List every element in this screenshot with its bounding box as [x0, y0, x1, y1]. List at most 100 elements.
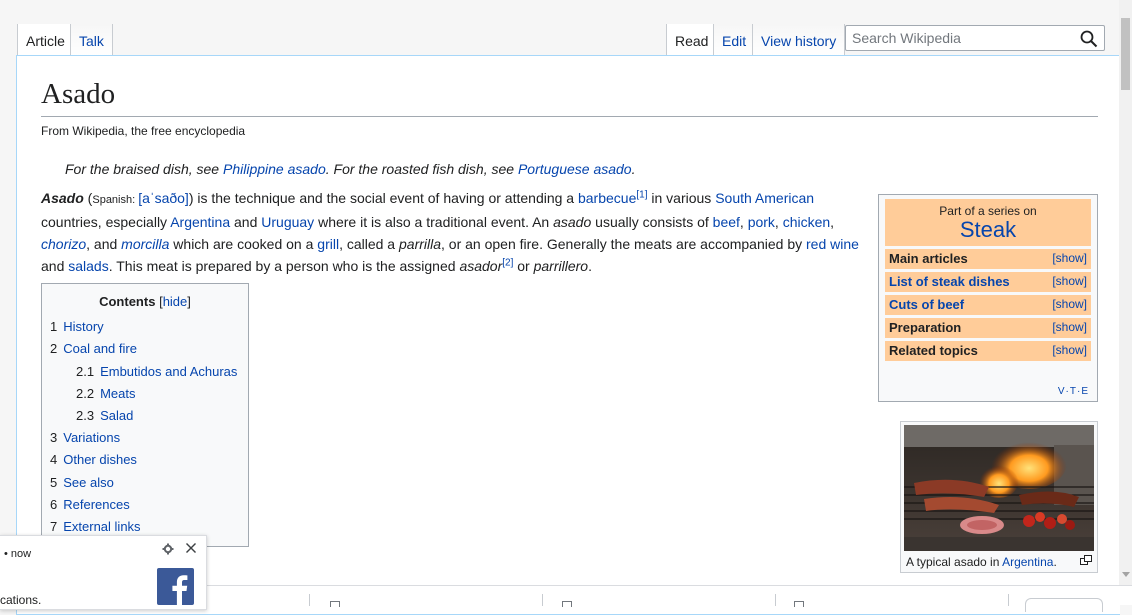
pork-link[interactable]: pork: [748, 214, 775, 230]
caption-text: .: [1053, 555, 1057, 569]
lead-text: ,: [739, 214, 748, 230]
navbox-show-toggle[interactable]: [show]: [1052, 295, 1087, 313]
toc-bracket: ]: [187, 294, 191, 309]
argentina-caption-link[interactable]: Argentina: [1002, 555, 1053, 569]
reference-link[interactable]: [1]: [636, 189, 647, 200]
toc-item-see-also[interactable]: 5 See also: [50, 473, 240, 495]
morcilla-link[interactable]: morcilla: [121, 236, 169, 252]
ipa-link[interactable]: [aˈsaðo]: [138, 190, 189, 206]
table-of-contents: Contents [hide] 1 History 2 Coal and fire …: [41, 283, 249, 547]
asado-photo[interactable]: [904, 425, 1094, 551]
tab-view-history[interactable]: View history: [752, 24, 846, 56]
tab-talk[interactable]: Talk: [70, 24, 113, 56]
navbox-show-toggle[interactable]: [show]: [1052, 272, 1087, 290]
toc-link[interactable]: Other dishes: [63, 452, 137, 467]
barbecue-link[interactable]: barbecue: [578, 190, 636, 206]
uruguay-link[interactable]: Uruguay: [261, 214, 314, 230]
navbox-row-list-of-steak-dishes: List of steak dishes [show]: [885, 272, 1091, 292]
close-icon[interactable]: [185, 542, 197, 554]
toc-number: 1: [50, 319, 58, 334]
chicken-link[interactable]: chicken: [783, 214, 830, 230]
hatnote-text: . For the roasted fish dish, see: [325, 161, 518, 177]
hatnote-text: .: [631, 161, 636, 177]
navbox-row-link[interactable]: List of steak dishes: [889, 274, 1010, 289]
toc-item-coal-and-fire[interactable]: 2 Coal and fire: [50, 339, 240, 361]
reference-link[interactable]: [2]: [502, 257, 513, 268]
toc-item-other-dishes[interactable]: 4 Other dishes: [50, 450, 240, 472]
toc-item-salad[interactable]: 2.3 Salad: [50, 406, 240, 428]
toc-item-meats[interactable]: 2.2 Meats: [50, 384, 240, 406]
navbox-show-toggle[interactable]: [show]: [1052, 318, 1087, 336]
divider: [775, 594, 776, 606]
navbox-pretitle: Part of a series on: [939, 204, 1037, 218]
toc-link[interactable]: Meats: [100, 386, 135, 401]
gear-icon[interactable]: [162, 543, 174, 555]
toc-link[interactable]: Variations: [63, 430, 120, 445]
philippine-asado-link[interactable]: Philippine asado: [223, 161, 326, 177]
lead-paragraph: Asado (Spanish: [aˈsaðo]) is the techniq…: [41, 187, 871, 277]
toc-number: 5: [50, 474, 58, 490]
search-input[interactable]: [846, 26, 1066, 50]
lead-text: , called a: [339, 236, 399, 252]
pill-button[interactable]: [1025, 598, 1103, 612]
toc-link[interactable]: See also: [63, 475, 114, 490]
navbox-show-toggle[interactable]: [show]: [1052, 341, 1087, 359]
navbox-vte-links[interactable]: V·T·E: [1058, 386, 1089, 397]
site-sub: From Wikipedia, the free encyclopedia: [41, 124, 246, 138]
toc-link[interactable]: History: [63, 319, 103, 334]
lead-text: ) is the technique and the social event …: [188, 190, 578, 206]
toc-number: 6: [50, 496, 58, 512]
tab-article[interactable]: Article: [17, 24, 73, 56]
red-wine-link[interactable]: red wine: [806, 236, 859, 252]
toc-item-variations[interactable]: 3 Variations: [50, 428, 240, 450]
tab-edit-label: Edit: [722, 33, 747, 49]
toc-number: 3: [50, 429, 58, 445]
lead-text: in various: [647, 190, 716, 206]
toc-item-history[interactable]: 1 History: [50, 317, 240, 339]
checkbox-icon: [330, 601, 340, 607]
navbox-row-label: Related topics: [889, 343, 978, 358]
tab-edit[interactable]: Edit: [713, 24, 755, 56]
lead-text: where it is also a traditional event. An: [314, 214, 554, 230]
tab-read-label: Read: [675, 33, 709, 49]
toc-link[interactable]: External links: [63, 519, 140, 534]
enlarge-icon[interactable]: [1080, 555, 1092, 565]
grill-link[interactable]: grill: [317, 236, 339, 252]
lead-text: asador: [459, 258, 503, 274]
salads-link[interactable]: salads: [68, 258, 108, 274]
lead-text: countries, especially: [41, 214, 171, 230]
search-icon[interactable]: [1080, 30, 1098, 48]
navbox-show-toggle[interactable]: [show]: [1052, 249, 1087, 267]
argentina-link[interactable]: Argentina: [170, 214, 230, 230]
scroll-down-arrow-icon[interactable]: [1122, 572, 1130, 577]
portuguese-asado-link[interactable]: Portuguese asado: [518, 161, 632, 177]
navbox-row-link[interactable]: Cuts of beef: [889, 297, 964, 312]
facebook-logo-icon: [157, 568, 194, 605]
scrollbar-thumb[interactable]: [1121, 18, 1130, 90]
navbox-title-link[interactable]: Steak: [885, 218, 1091, 242]
toc-link[interactable]: Coal and fire: [63, 341, 137, 356]
navbox-row-label: Preparation: [889, 320, 962, 335]
vertical-scrollbar[interactable]: [1119, 0, 1132, 585]
checkbox-icon: [562, 601, 572, 607]
toc-number: 2.2: [76, 385, 95, 401]
toc-hide-toggle[interactable]: hide: [163, 294, 188, 309]
lead-text: usually consists of: [591, 214, 713, 230]
beef-link[interactable]: beef: [713, 214, 740, 230]
content: Asado From Wikipedia, the free encyclope…: [16, 55, 1120, 615]
asado-thumbnail: A typical asado in Argentina.: [900, 421, 1098, 573]
navbox-row-cuts-of-beef: Cuts of beef [show]: [885, 295, 1091, 315]
toc-link[interactable]: References: [63, 497, 129, 512]
toc-item-embutidos[interactable]: 2.1 Embutidos and Achuras: [50, 362, 240, 384]
chorizo-link[interactable]: chorizo: [41, 236, 86, 252]
south-american-link[interactable]: South American: [715, 190, 814, 206]
toc-item-references[interactable]: 6 References: [50, 495, 240, 517]
facebook-notification[interactable]: • now cations.: [0, 535, 207, 610]
toc-number: 7: [50, 519, 58, 535]
lead-text: asado: [553, 214, 592, 230]
tab-read[interactable]: Read: [666, 24, 717, 56]
toc-link[interactable]: Embutidos and Achuras: [100, 364, 237, 379]
navbox-row-label: Main articles: [889, 251, 968, 266]
lead-term: Asado: [41, 190, 84, 206]
toc-link[interactable]: Salad: [100, 408, 133, 423]
